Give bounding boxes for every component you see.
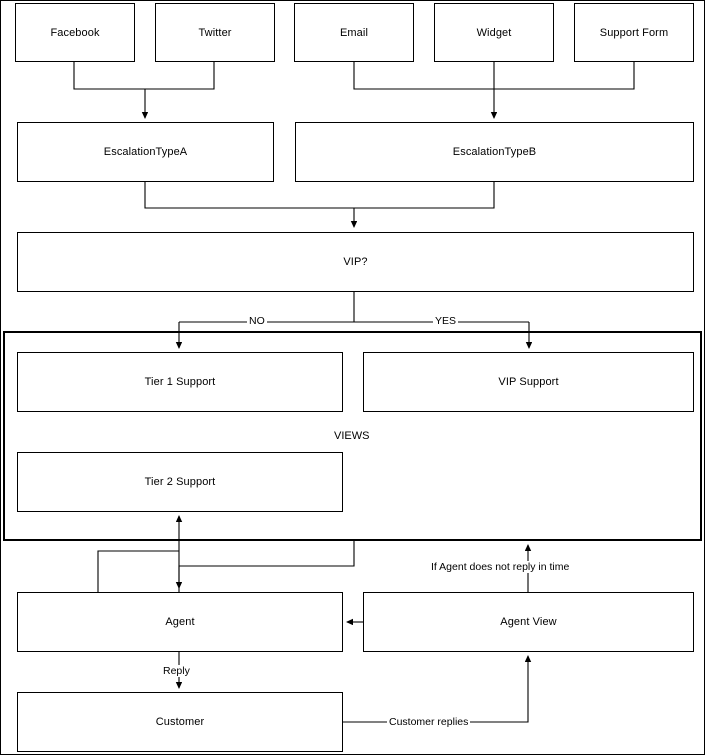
- node-twitter-label: Twitter: [198, 26, 232, 39]
- views-group-label: VIEWS: [331, 430, 373, 442]
- node-email-label: Email: [339, 26, 368, 39]
- node-tier1-support-label: Tier 1 Support: [144, 376, 216, 388]
- node-agent[interactable]: Agent: [17, 592, 343, 652]
- edge-label-reply: Reply: [161, 665, 192, 677]
- node-support-form-label: Support Form: [599, 26, 669, 39]
- node-agent-view-label: Agent View: [500, 616, 557, 628]
- node-vip-decision-label: VIP?: [343, 256, 368, 268]
- node-vip-decision[interactable]: VIP?: [17, 232, 694, 292]
- node-facebook-label: Facebook: [50, 26, 100, 39]
- edge-label-yes: YES: [433, 315, 459, 327]
- flowchart-canvas: Facebook Twitter Email Widget Support Fo…: [0, 0, 705, 755]
- node-tier2-support-label: Tier 2 Support: [144, 476, 216, 488]
- node-vip-support-label: VIP Support: [498, 376, 559, 388]
- node-facebook[interactable]: Facebook: [15, 3, 135, 62]
- node-support-form[interactable]: Support Form: [574, 3, 694, 62]
- node-twitter[interactable]: Twitter: [155, 3, 275, 62]
- edge-label-timeout: If Agent does not reply in time: [429, 561, 572, 573]
- node-escalation-type-a[interactable]: EscalationTypeA: [17, 122, 274, 182]
- node-vip-support[interactable]: VIP Support: [363, 352, 694, 412]
- node-agent-view[interactable]: Agent View: [363, 592, 694, 652]
- node-email[interactable]: Email: [294, 3, 414, 62]
- node-escalation-type-a-label: EscalationTypeA: [103, 146, 188, 158]
- edge-label-no: NO: [247, 315, 267, 327]
- node-agent-label: Agent: [165, 616, 195, 628]
- node-widget-label: Widget: [476, 26, 512, 39]
- node-tier1-support[interactable]: Tier 1 Support: [17, 352, 343, 412]
- node-escalation-type-b-label: EscalationTypeB: [452, 146, 537, 158]
- node-widget[interactable]: Widget: [434, 3, 554, 62]
- node-escalation-type-b[interactable]: EscalationTypeB: [295, 122, 694, 182]
- node-tier2-support[interactable]: Tier 2 Support: [17, 452, 343, 512]
- edge-label-customer-replies: Customer replies: [387, 716, 471, 728]
- node-customer[interactable]: Customer: [17, 692, 343, 752]
- node-customer-label: Customer: [155, 716, 205, 728]
